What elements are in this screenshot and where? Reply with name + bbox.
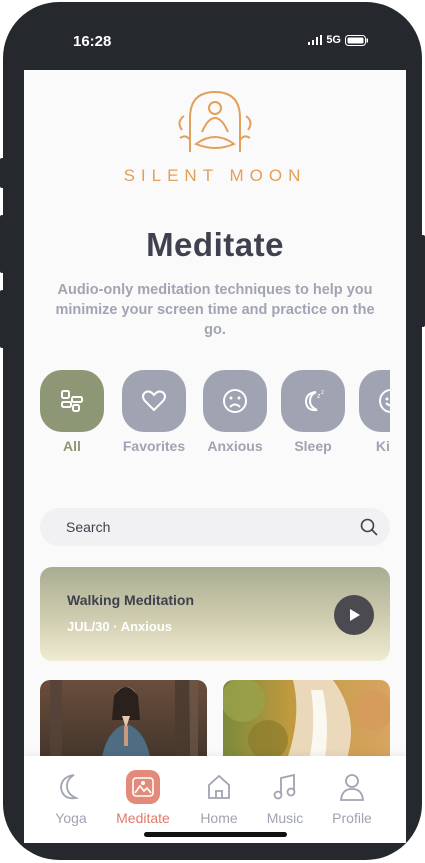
svg-text:z: z bbox=[321, 390, 324, 396]
search-icon[interactable] bbox=[360, 518, 378, 536]
status-time: 16:28 bbox=[73, 33, 112, 50]
category-tile: zz bbox=[281, 370, 345, 432]
status-bar: 16:28 5G bbox=[0, 0, 425, 70]
home-indicator bbox=[144, 832, 287, 837]
category-tile bbox=[203, 370, 267, 432]
category-kids[interactable]: Kids bbox=[359, 370, 390, 454]
profile-icon bbox=[340, 774, 364, 801]
bottom-nav: Yoga Meditate Home Music Profile bbox=[24, 756, 406, 843]
category-favorites[interactable]: Favorites bbox=[122, 370, 186, 454]
signal-icon bbox=[308, 35, 323, 45]
status-icons: 5G bbox=[308, 34, 369, 46]
app-screen: SILENT MOON Meditate Audio-only meditati… bbox=[24, 70, 406, 843]
home-icon bbox=[208, 774, 230, 799]
side-button bbox=[0, 158, 4, 188]
power-button bbox=[421, 235, 425, 327]
category-anxious[interactable]: Anxious bbox=[203, 370, 267, 454]
silent-moon-logo bbox=[178, 90, 252, 152]
page-title: Meditate bbox=[146, 226, 284, 263]
search-bar[interactable]: Search bbox=[40, 508, 390, 546]
category-tile bbox=[359, 370, 390, 432]
category-list: All Favorites Anxious zz Sleep Kids bbox=[40, 370, 390, 462]
category-label: All bbox=[63, 438, 81, 454]
featured-session-card[interactable]: Walking Meditation JUL/30 · Anxious bbox=[40, 567, 390, 661]
category-all[interactable]: All bbox=[40, 370, 104, 454]
category-label: Favorites bbox=[122, 438, 186, 454]
volume-up-button bbox=[0, 215, 4, 273]
search-placeholder: Search bbox=[66, 519, 111, 535]
category-tile bbox=[40, 370, 104, 432]
nav-item-home[interactable]: Home bbox=[187, 770, 251, 826]
music-icon bbox=[273, 773, 296, 800]
nav-label: Yoga bbox=[55, 810, 87, 826]
nav-label: Home bbox=[200, 810, 238, 826]
nav-label: Profile bbox=[332, 810, 372, 826]
brand-name: SILENT MOON bbox=[123, 166, 307, 185]
category-label: Sleep bbox=[294, 438, 332, 454]
grid-icon bbox=[61, 390, 83, 412]
play-button[interactable] bbox=[334, 595, 374, 635]
featured-title: Walking Meditation bbox=[67, 592, 195, 608]
category-sleep[interactable]: zz Sleep bbox=[281, 370, 345, 454]
nav-item-yoga[interactable]: Yoga bbox=[39, 770, 103, 826]
nav-label: Meditate bbox=[116, 810, 170, 826]
heart-icon bbox=[142, 390, 166, 412]
category-label: Anxious bbox=[207, 438, 263, 454]
sad-face-icon bbox=[223, 389, 247, 413]
nav-active-tile bbox=[126, 770, 160, 804]
moon-icon: zz bbox=[304, 390, 324, 412]
category-label: Kids bbox=[375, 438, 390, 454]
nav-label: Music bbox=[266, 810, 304, 826]
page-subtitle: Audio-only meditation techniques to help… bbox=[55, 282, 375, 338]
meditate-icon bbox=[132, 777, 154, 797]
play-icon bbox=[350, 609, 360, 621]
nav-item-music[interactable]: Music bbox=[253, 770, 317, 826]
featured-meta: JUL/30 · Anxious bbox=[67, 619, 172, 634]
moon-icon bbox=[60, 774, 80, 800]
battery-icon bbox=[345, 34, 368, 46]
nav-item-profile[interactable]: Profile bbox=[320, 770, 384, 826]
smile-icon bbox=[379, 389, 390, 413]
network-label: 5G bbox=[326, 34, 341, 46]
volume-down-button bbox=[0, 290, 4, 348]
nav-item-meditate[interactable]: Meditate bbox=[111, 770, 175, 826]
category-tile bbox=[122, 370, 186, 432]
